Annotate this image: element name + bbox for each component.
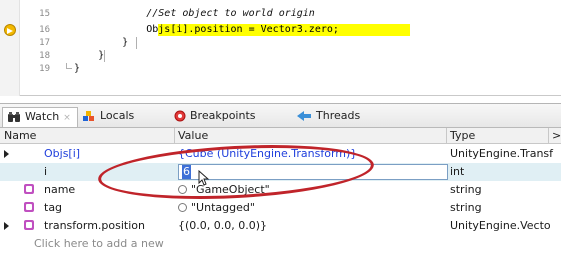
line-number: 19 bbox=[39, 64, 50, 74]
column-header-value[interactable]: Value bbox=[178, 129, 208, 143]
close-icon[interactable]: × bbox=[63, 113, 71, 123]
property-icon bbox=[24, 217, 34, 235]
watch-name: Objs[i] bbox=[44, 147, 81, 160]
current-statement-icon bbox=[4, 24, 16, 36]
code-text: } bbox=[74, 37, 129, 48]
column-header-name[interactable]: Name bbox=[4, 129, 36, 143]
expand-arrow-icon[interactable] bbox=[4, 150, 9, 158]
watch-name: tag bbox=[44, 201, 63, 214]
watch-value-wrap: "Untagged" bbox=[178, 199, 255, 217]
locals-icon bbox=[83, 111, 94, 121]
watch-type: UnityEngine.Transf bbox=[450, 147, 554, 160]
code-editor[interactable]: 15 //Set object to world origin 16 Objs[… bbox=[0, 0, 561, 96]
code-text: Objs[i].position = Vector3.zero; bbox=[74, 24, 339, 35]
fold-guide bbox=[104, 50, 112, 62]
property-icon bbox=[24, 199, 34, 217]
watch-name: name bbox=[44, 183, 76, 196]
line-number: 15 bbox=[39, 9, 50, 19]
threads-icon bbox=[297, 111, 311, 121]
line-number: 16 bbox=[39, 25, 50, 35]
watch-name: i bbox=[44, 165, 48, 178]
debug-tab-bar: Watch × Locals Breakpoints Threads bbox=[0, 104, 561, 128]
fold-guide bbox=[66, 63, 72, 69]
code-text: //Set object to world origin bbox=[74, 8, 315, 19]
tab-watch[interactable]: Watch × bbox=[2, 107, 78, 127]
column-divider[interactable] bbox=[174, 128, 175, 144]
watch-row[interactable]: tag "Untagged" string bbox=[0, 199, 561, 217]
tab-label: Locals bbox=[100, 109, 135, 122]
line-number: 18 bbox=[39, 51, 50, 61]
code-line[interactable]: 17 } bbox=[20, 37, 561, 49]
add-watch-hint[interactable]: Click here to add a new bbox=[34, 235, 164, 253]
watch-type: string bbox=[450, 183, 482, 196]
property-icon bbox=[24, 181, 34, 199]
code-line[interactable]: 18 } bbox=[20, 50, 561, 62]
watch-name: transform.position bbox=[44, 219, 145, 232]
binoculars-icon bbox=[8, 112, 20, 122]
tab-label: Threads bbox=[316, 109, 361, 122]
add-watch-row[interactable]: Click here to add a new bbox=[0, 235, 561, 253]
tab-locals[interactable]: Locals bbox=[82, 107, 134, 127]
code-line[interactable]: 19 } bbox=[20, 63, 561, 75]
breakpoint-icon bbox=[174, 110, 186, 122]
tab-label: Breakpoints bbox=[190, 109, 256, 122]
column-divider[interactable] bbox=[548, 128, 549, 144]
code-text: } bbox=[74, 63, 81, 74]
column-divider[interactable] bbox=[446, 128, 447, 144]
watch-value: "Untagged" bbox=[191, 201, 255, 214]
watch-type: UnityEngine.Vecto bbox=[450, 219, 551, 232]
column-header-type[interactable]: Type bbox=[450, 129, 475, 143]
expand-arrow-icon[interactable] bbox=[4, 222, 9, 230]
tab-breakpoints[interactable]: Breakpoints bbox=[174, 107, 256, 127]
inspect-icon[interactable] bbox=[178, 203, 187, 212]
watch-column-header: Name Value Type > bbox=[0, 128, 561, 144]
fold-guide bbox=[136, 37, 144, 49]
watch-type: string bbox=[450, 201, 482, 214]
watch-row[interactable]: transform.position {(0.0, 0.0, 0.0)} Uni… bbox=[0, 217, 561, 235]
code-line-current[interactable]: 16 Objs[i].position = Vector3.zero; bbox=[20, 24, 561, 36]
code-text: } bbox=[74, 50, 105, 61]
watch-type: int bbox=[450, 165, 465, 178]
watch-value: {(0.0, 0.0, 0.0)} bbox=[178, 219, 268, 232]
editor-gutter[interactable] bbox=[0, 0, 20, 96]
tab-threads[interactable]: Threads bbox=[296, 107, 360, 127]
code-line[interactable]: 15 //Set object to world origin bbox=[20, 8, 561, 20]
tab-label: Watch bbox=[25, 110, 60, 123]
more-columns-icon[interactable]: > bbox=[552, 129, 561, 143]
line-number: 17 bbox=[39, 38, 50, 48]
